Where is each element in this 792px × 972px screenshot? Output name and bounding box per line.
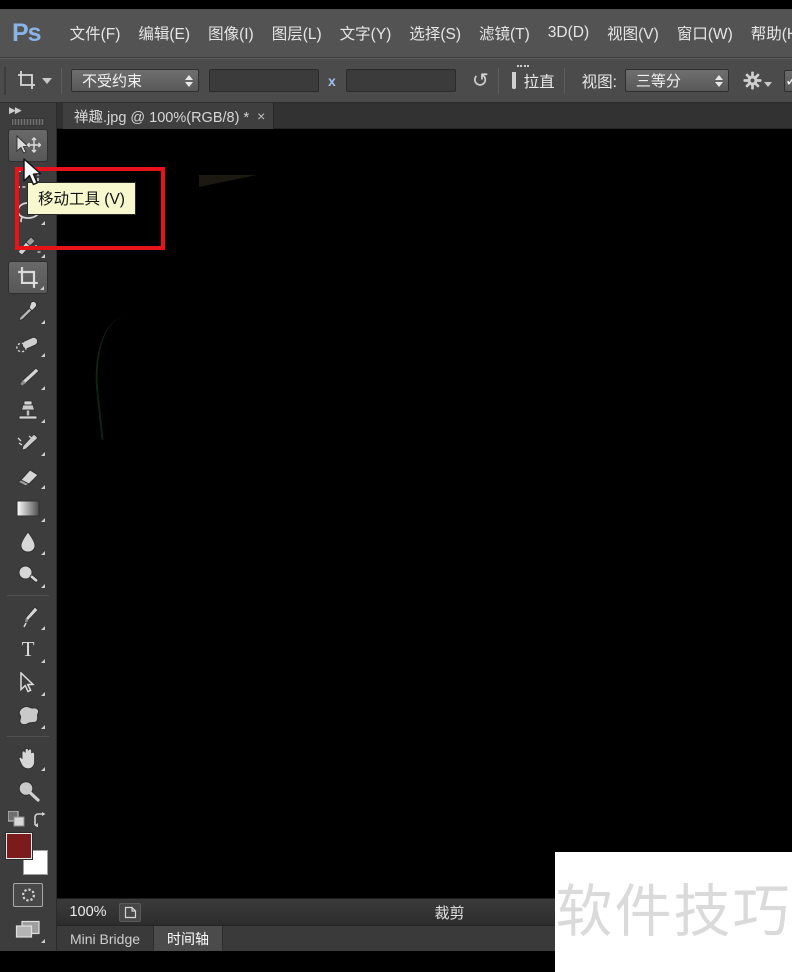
window-top-edge bbox=[0, 0, 792, 9]
menu-item-3d[interactable]: 3D(D) bbox=[539, 21, 598, 45]
flyout-triangle-icon[interactable] bbox=[41, 320, 45, 324]
photoshop-window: Ps 文件(F) 编辑(E) 图像(I) 图层(L) 文字(Y) 选择(S) 滤… bbox=[0, 0, 792, 972]
watermark-panel: 软件技巧 bbox=[555, 852, 792, 972]
crop-dimension-separator: x bbox=[328, 72, 336, 89]
flyout-triangle-icon[interactable] bbox=[41, 767, 45, 771]
options-divider-1 bbox=[61, 67, 62, 94]
sidebar-item-zoom-tool[interactable] bbox=[8, 774, 48, 807]
menu-item-help[interactable]: 帮助(H bbox=[742, 19, 792, 47]
sidebar-item-gradient-tool[interactable] bbox=[8, 492, 48, 525]
flyout-triangle-icon[interactable] bbox=[41, 692, 45, 696]
canvas-shape-highlight bbox=[199, 175, 257, 187]
menu-item-layer[interactable]: 图层(L) bbox=[263, 19, 331, 47]
flyout-triangle-icon[interactable] bbox=[41, 584, 45, 588]
menu-item-window[interactable]: 窗口(W) bbox=[668, 19, 742, 47]
photoshop-logo: Ps bbox=[12, 18, 42, 47]
flyout-triangle-icon[interactable] bbox=[41, 485, 45, 489]
tools-divider-2 bbox=[7, 736, 49, 737]
image-canvas[interactable] bbox=[57, 129, 792, 898]
sidebar-item-hand-tool[interactable] bbox=[8, 741, 48, 774]
options-divider-2 bbox=[497, 67, 499, 94]
flyout-triangle-icon[interactable] bbox=[41, 626, 45, 630]
gear-icon[interactable] bbox=[743, 71, 772, 90]
tools-panel-grip[interactable] bbox=[11, 118, 45, 126]
flyout-triangle-icon[interactable] bbox=[41, 551, 45, 555]
sidebar-item-clone-stamp-tool[interactable] bbox=[8, 393, 48, 426]
flyout-triangle-icon[interactable] bbox=[41, 419, 45, 423]
view-label: 视图: bbox=[581, 73, 617, 91]
foreground-color-swatch[interactable] bbox=[6, 833, 32, 859]
flyout-triangle-icon[interactable] bbox=[40, 286, 44, 290]
document-icon[interactable] bbox=[119, 902, 141, 922]
menu-bar: Ps 文件(F) 编辑(E) 图像(I) 图层(L) 文字(Y) 选择(S) 滤… bbox=[0, 9, 792, 58]
mouse-cursor-icon bbox=[23, 158, 42, 186]
flyout-triangle-icon[interactable] bbox=[41, 659, 45, 663]
document-tab-bar: 禅趣.jpg @ 100%(RGB/8) * × bbox=[57, 103, 792, 129]
watermark-text: 软件技巧 bbox=[555, 878, 792, 945]
sidebar-item-crop-tool[interactable] bbox=[8, 261, 48, 294]
delete-cropped-pixels-checkbox[interactable]: ✓ bbox=[783, 69, 792, 92]
swap-colors-icon[interactable] bbox=[33, 811, 48, 827]
zoom-level[interactable]: 100% bbox=[57, 904, 119, 920]
flyout-triangle-icon[interactable] bbox=[41, 353, 45, 357]
flyout-triangle-icon[interactable] bbox=[41, 518, 45, 522]
sidebar-item-path-selection-tool[interactable] bbox=[8, 666, 48, 699]
double-chevron-right-icon[interactable]: ▶▶ bbox=[0, 103, 56, 117]
sidebar-item-brush-tool[interactable] bbox=[8, 360, 48, 393]
document-tab[interactable]: 禅趣.jpg @ 100%(RGB/8) * × bbox=[63, 103, 275, 129]
options-bar: 不受约束 x ↻ 拉直 视图: 三等分 ✓ bbox=[0, 58, 792, 103]
menu-item-file[interactable]: 文件(F) bbox=[61, 19, 130, 47]
flyout-triangle-icon[interactable] bbox=[41, 254, 45, 258]
sidebar-item-pen-tool[interactable] bbox=[8, 600, 48, 633]
tools-panel: ▶▶ T bbox=[0, 103, 57, 972]
canvas-shape-curve bbox=[88, 314, 162, 440]
tools-divider-1 bbox=[7, 595, 49, 596]
color-swatches bbox=[4, 831, 52, 877]
flyout-triangle-icon[interactable] bbox=[41, 939, 45, 943]
sidebar-item-blur-tool[interactable] bbox=[8, 525, 48, 558]
sidebar-item-healing-brush-tool[interactable] bbox=[8, 327, 48, 360]
straighten-icon[interactable] bbox=[511, 65, 529, 89]
sidebar-item-quick-selection-tool[interactable] bbox=[8, 228, 48, 261]
document-tab-title: 禅趣.jpg @ 100%(RGB/8) * bbox=[74, 109, 250, 126]
menu-item-filter[interactable]: 滤镜(T) bbox=[470, 19, 539, 47]
options-bar-grip[interactable] bbox=[4, 66, 6, 95]
flyout-triangle-icon[interactable] bbox=[41, 452, 45, 456]
crop-tool-icon[interactable] bbox=[16, 66, 37, 96]
options-divider-3 bbox=[563, 67, 565, 94]
crop-overlay-view-value: 三等分 bbox=[635, 73, 681, 90]
menu-item-edit[interactable]: 编辑(E) bbox=[129, 19, 199, 47]
screen-mode-icon[interactable] bbox=[8, 913, 48, 946]
crop-width-input[interactable] bbox=[209, 69, 319, 92]
quick-mask-icon[interactable] bbox=[13, 883, 43, 907]
refresh-arrow-icon[interactable]: ↻ bbox=[472, 68, 489, 93]
menu-item-select[interactable]: 选择(S) bbox=[400, 19, 470, 47]
menu-item-type[interactable]: 文字(Y) bbox=[331, 19, 401, 47]
sidebar-item-dodge-tool[interactable] bbox=[8, 558, 48, 591]
flyout-triangle-icon[interactable] bbox=[41, 725, 45, 729]
sidebar-item-eraser-tool[interactable] bbox=[8, 459, 48, 492]
sidebar-item-custom-shape-tool[interactable] bbox=[8, 699, 48, 732]
dock-tab-timeline[interactable]: 时间轴 bbox=[154, 926, 224, 951]
sidebar-item-history-brush-tool[interactable] bbox=[8, 426, 48, 459]
menu-item-image[interactable]: 图像(I) bbox=[199, 19, 263, 47]
default-colors-icon[interactable] bbox=[8, 811, 25, 827]
crop-ratio-spinner-icon[interactable] bbox=[185, 74, 193, 87]
crop-ratio-value: 不受约束 bbox=[82, 73, 143, 90]
sidebar-item-eyedropper-tool[interactable] bbox=[8, 294, 48, 327]
gear-caret-icon[interactable] bbox=[763, 82, 772, 87]
flyout-triangle-icon[interactable] bbox=[41, 221, 45, 225]
crop-overlay-view-spinner-icon[interactable] bbox=[714, 74, 723, 87]
crop-height-input[interactable] bbox=[345, 69, 456, 92]
crop-ratio-select[interactable]: 不受约束 bbox=[71, 69, 199, 92]
crop-overlay-view-select[interactable]: 三等分 bbox=[624, 69, 729, 92]
close-icon[interactable]: × bbox=[257, 108, 265, 124]
color-controls-row bbox=[0, 811, 56, 827]
flyout-triangle-icon[interactable] bbox=[41, 386, 45, 390]
menu-item-view[interactable]: 视图(V) bbox=[598, 19, 668, 47]
dock-tab-mini-bridge[interactable]: Mini Bridge bbox=[57, 926, 155, 951]
sidebar-item-type-tool[interactable]: T bbox=[8, 633, 48, 666]
crop-tool-preset-caret-icon[interactable] bbox=[42, 77, 52, 84]
